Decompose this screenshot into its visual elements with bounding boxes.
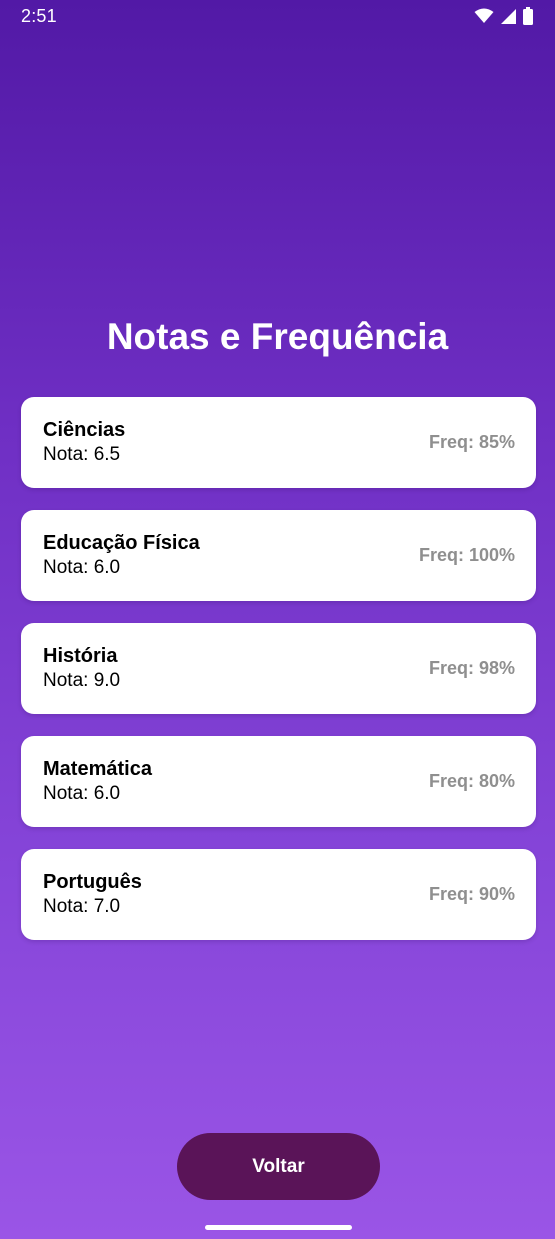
subject-name: Português xyxy=(43,871,142,893)
subject-grade: Nota: 7.0 xyxy=(43,896,121,917)
subject-frequency: Freq: 98% xyxy=(428,658,515,678)
subject-card-ciencias[interactable]: Ciências Nota: 6.5 Freq: 85% xyxy=(21,397,536,488)
subject-name: História xyxy=(43,645,118,667)
subject-frequency: Freq: 85% xyxy=(428,432,515,452)
subject-frequency: Freq: 100% xyxy=(418,545,515,565)
home-indicator[interactable] xyxy=(205,1225,352,1230)
subject-grade: Nota: 6.0 xyxy=(43,557,121,578)
page-title: Notas e Frequência xyxy=(106,316,449,357)
subject-grade: Nota: 9.0 xyxy=(43,670,121,691)
subject-grade: Nota: 6.0 xyxy=(43,783,121,804)
back-button[interactable]: Voltar xyxy=(177,1133,380,1200)
subject-grade: Nota: 6.5 xyxy=(43,444,121,465)
status-icons xyxy=(474,7,533,25)
subject-frequency: Freq: 90% xyxy=(428,884,515,904)
subject-card-educacao-fisica[interactable]: Educação Física Nota: 6.0 Freq: 100% xyxy=(21,510,536,601)
subject-name: Educação Física xyxy=(43,532,200,554)
subject-card-historia[interactable]: História Nota: 9.0 Freq: 98% xyxy=(21,623,536,714)
subject-frequency: Freq: 80% xyxy=(428,771,515,791)
status-time: 2:51 xyxy=(21,6,57,26)
subject-name: Ciências xyxy=(43,419,126,441)
subject-card-matematica[interactable]: Matemática Nota: 6.0 Freq: 80% xyxy=(21,736,536,827)
wifi-icon xyxy=(474,8,494,23)
subject-name: Matemática xyxy=(43,758,152,780)
signal-icon xyxy=(501,8,516,24)
battery-icon xyxy=(523,7,533,25)
status-bar: 2:51 xyxy=(0,0,555,34)
subject-list: Ciências Nota: 6.5 Freq: 85% Educação Fí… xyxy=(21,397,536,962)
subject-card-portugues[interactable]: Português Nota: 7.0 Freq: 90% xyxy=(21,849,536,940)
